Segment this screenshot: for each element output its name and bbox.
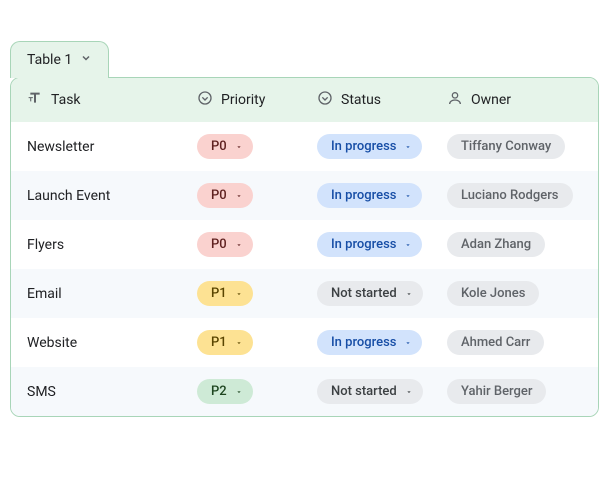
status-pill[interactable]: In progress: [317, 183, 422, 208]
task-name: Newsletter: [27, 139, 94, 155]
table-tab[interactable]: Table 1: [10, 41, 109, 78]
column-header-label: Owner: [471, 92, 511, 108]
caret-down-icon: [404, 339, 412, 347]
column-header-priority[interactable]: Priority: [197, 90, 317, 110]
text-icon: [27, 90, 43, 110]
owner-pill[interactable]: Luciano Rodgers: [447, 183, 573, 208]
caret-down-icon: [235, 388, 243, 396]
status-label: In progress: [331, 335, 396, 350]
person-icon: [447, 90, 463, 110]
column-header-status[interactable]: Status: [317, 90, 447, 110]
priority-pill[interactable]: P1: [197, 281, 253, 306]
caret-down-icon: [404, 192, 412, 200]
owner-name: Yahir Berger: [461, 384, 532, 399]
table-row: Flyers P0 In progress Adan Zhang: [11, 220, 598, 269]
priority-label: P0: [211, 188, 227, 203]
caret-down-icon: [405, 290, 413, 298]
status-label: Not started: [331, 286, 397, 301]
status-label: Not started: [331, 384, 397, 399]
status-pill[interactable]: Not started: [317, 379, 423, 404]
priority-label: P1: [211, 286, 227, 301]
owner-name: Adan Zhang: [461, 237, 531, 252]
priority-pill[interactable]: P0: [197, 134, 253, 159]
owner-pill[interactable]: Adan Zhang: [447, 232, 545, 257]
priority-pill[interactable]: P1: [197, 330, 253, 355]
data-table: Task Priority Status Owner Newsletter P0 I…: [10, 77, 599, 417]
owner-name: Luciano Rodgers: [461, 188, 559, 203]
priority-label: P0: [211, 139, 227, 154]
priority-label: P2: [211, 384, 227, 399]
table-tab-label: Table 1: [27, 52, 72, 68]
priority-pill[interactable]: P0: [197, 232, 253, 257]
priority-label: P0: [211, 237, 227, 252]
table-row: SMS P2 Not started Yahir Berger: [11, 367, 598, 416]
task-name: Launch Event: [27, 188, 110, 204]
task-name: SMS: [27, 384, 56, 400]
owner-pill[interactable]: Ahmed Carr: [447, 330, 544, 355]
caret-down-icon: [404, 241, 412, 249]
owner-name: Tiffany Conway: [461, 139, 551, 154]
owner-name: Ahmed Carr: [461, 335, 530, 350]
owner-pill[interactable]: Kole Jones: [447, 281, 539, 306]
column-header-owner[interactable]: Owner: [447, 90, 582, 110]
status-pill[interactable]: In progress: [317, 330, 422, 355]
status-label: In progress: [331, 237, 396, 252]
column-header-task[interactable]: Task: [27, 90, 197, 110]
caret-down-icon: [235, 143, 243, 151]
task-name: Flyers: [27, 237, 64, 253]
priority-pill[interactable]: P2: [197, 379, 253, 404]
owner-name: Kole Jones: [461, 286, 525, 301]
owner-pill[interactable]: Tiffany Conway: [447, 134, 565, 159]
table-header-row: Task Priority Status Owner: [11, 78, 598, 122]
column-header-label: Task: [51, 92, 81, 108]
caret-down-icon: [235, 290, 243, 298]
caret-down-icon: [405, 388, 413, 396]
dropdown-circle-icon: [317, 90, 333, 110]
status-pill[interactable]: In progress: [317, 134, 422, 159]
task-name: Email: [27, 286, 62, 302]
column-header-label: Status: [341, 92, 381, 108]
table-row: Newsletter P0 In progress Tiffany Conway: [11, 122, 598, 171]
caret-down-icon: [235, 339, 243, 347]
column-header-label: Priority: [221, 92, 265, 108]
task-name: Website: [27, 335, 77, 351]
table-row: Website P1 In progress Ahmed Carr: [11, 318, 598, 367]
status-label: In progress: [331, 188, 396, 203]
priority-label: P1: [211, 335, 227, 350]
priority-pill[interactable]: P0: [197, 183, 253, 208]
status-label: In progress: [331, 139, 396, 154]
status-pill[interactable]: Not started: [317, 281, 423, 306]
owner-pill[interactable]: Yahir Berger: [447, 379, 546, 404]
dropdown-circle-icon: [197, 90, 213, 110]
caret-down-icon: [235, 192, 243, 200]
table-row: Launch Event P0 In progress Luciano Rodgers: [11, 171, 598, 220]
table-row: Email P1 Not started Kole Jones: [11, 269, 598, 318]
caret-down-icon: [235, 241, 243, 249]
status-pill[interactable]: In progress: [317, 232, 422, 257]
caret-down-icon: [404, 143, 412, 151]
chevron-down-icon: [80, 52, 92, 68]
